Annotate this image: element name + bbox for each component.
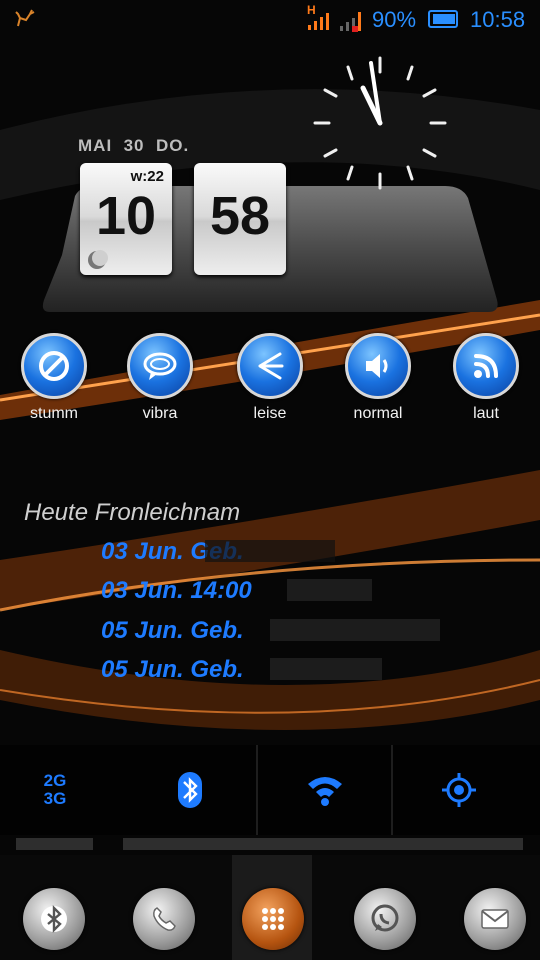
dock-app-drawer[interactable] [242, 888, 304, 950]
phone-icon [153, 907, 176, 931]
redacted-text [287, 579, 372, 601]
signal-icon [308, 13, 329, 30]
toggle-indicator [123, 838, 523, 850]
profile-normal[interactable]: normal [343, 333, 413, 423]
redacted-text [205, 540, 335, 562]
toggle-indicator [16, 838, 93, 850]
network-mode-toggle[interactable]: 2G 3G [20, 768, 90, 816]
bluetooth-toggle[interactable] [168, 768, 212, 816]
quiet-icon [258, 352, 284, 380]
profile-label: normal [353, 405, 403, 422]
vibrate-icon [143, 352, 177, 380]
redacted-text [270, 619, 440, 641]
loud-icon [474, 354, 498, 378]
signal-no-sim-icon [340, 12, 361, 32]
profile-label: leise [253, 405, 287, 422]
speaker-icon [366, 354, 388, 378]
deer-icon [15, 9, 35, 27]
profile-laut[interactable]: laut [451, 333, 521, 423]
clock-hour-card[interactable]: 10 w:22 [80, 163, 172, 275]
calendar-event[interactable]: 03 Jun. 14:00 [101, 577, 252, 605]
profile-label: vibra [142, 405, 178, 422]
mute-icon [39, 351, 69, 381]
app-drawer-icon [262, 908, 284, 930]
dock-bluetooth[interactable] [23, 888, 85, 950]
analog-clock[interactable] [305, 48, 455, 198]
network-mode-icon: 2G 3G [43, 771, 67, 808]
clock-hour: 10 [95, 186, 157, 246]
dock-mail[interactable] [464, 888, 526, 950]
calendar-event[interactable]: 05 Jun. Geb. [101, 617, 244, 645]
moon-phase-icon [88, 250, 108, 269]
week-number: w:22 [130, 168, 164, 185]
dock-phone[interactable] [133, 888, 195, 950]
wifi-toggle[interactable] [302, 768, 348, 816]
calendar-event[interactable]: 05 Jun. Geb. [101, 656, 244, 684]
gps-toggle[interactable] [437, 768, 481, 816]
profile-vibra[interactable]: vibra [125, 333, 195, 423]
redacted-text [270, 658, 382, 680]
whatsapp-icon [371, 904, 399, 932]
status-bar: H 90% 10:58 [0, 0, 540, 38]
wifi-icon [308, 777, 342, 806]
bluetooth-icon [178, 772, 202, 808]
profile-label: stumm [30, 405, 78, 422]
gps-icon [442, 773, 476, 807]
clock-date: MAI 30 DO. [78, 136, 190, 155]
bluetooth-dock-icon [41, 905, 67, 933]
calendar-header[interactable]: Heute Fronleichnam [24, 499, 240, 527]
profile-leise[interactable]: leise [235, 333, 305, 423]
profile-stumm[interactable]: stumm [19, 333, 89, 423]
dock-whatsapp[interactable] [354, 888, 416, 950]
battery-icon [428, 10, 458, 28]
clock-minute-card[interactable]: 58 [194, 163, 286, 275]
mail-icon [481, 909, 509, 929]
status-time: 10:58 [470, 7, 526, 32]
battery-percent: 90% [372, 7, 417, 32]
profile-label: laut [473, 405, 499, 422]
clock-minute: 58 [209, 186, 271, 246]
